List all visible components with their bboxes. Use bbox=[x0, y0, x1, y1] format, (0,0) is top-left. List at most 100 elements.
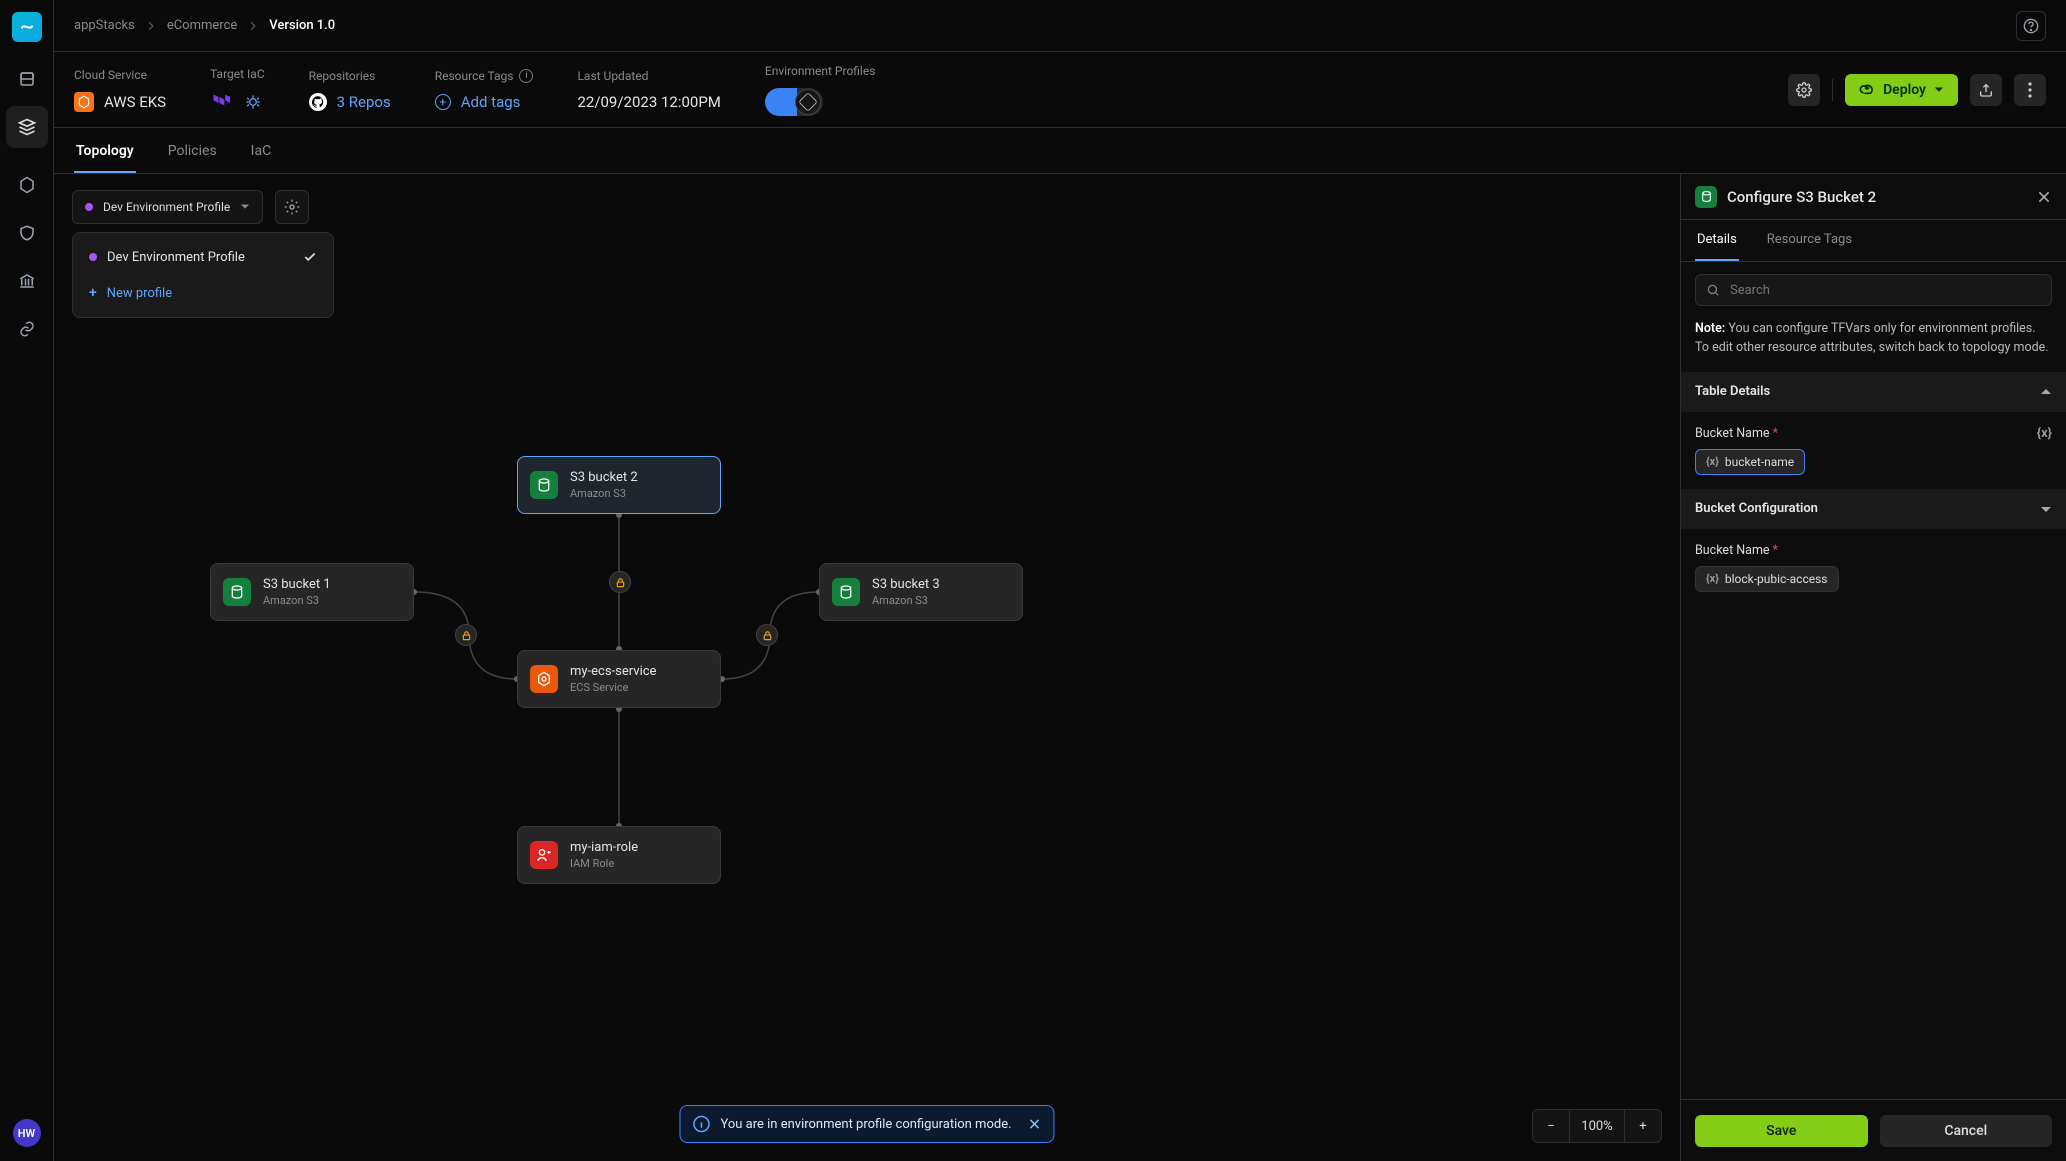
profile-select[interactable]: Dev Environment Profile bbox=[72, 190, 263, 224]
close-icon[interactable] bbox=[1028, 1117, 1042, 1131]
chip-block-access[interactable]: {x} block-pubic-access bbox=[1695, 566, 1839, 592]
chevron-up-icon bbox=[2040, 386, 2052, 398]
stacks-icon[interactable] bbox=[6, 106, 48, 148]
add-tags-link[interactable]: Add tags bbox=[461, 93, 521, 111]
crumb-appstacks[interactable]: appStacks bbox=[74, 18, 135, 33]
node-iam[interactable]: my-iam-role IAM Role bbox=[517, 826, 721, 884]
field-label: Bucket Name * bbox=[1695, 543, 1778, 558]
s3-icon bbox=[832, 578, 860, 606]
node-subtitle: Amazon S3 bbox=[263, 594, 331, 607]
info-icon bbox=[692, 1115, 710, 1133]
help-button[interactable] bbox=[2016, 11, 2046, 41]
node-subtitle: Amazon S3 bbox=[872, 594, 940, 607]
chip-bucket-name[interactable]: {x} bucket-name bbox=[1695, 449, 1805, 475]
node-s3-bucket-2[interactable]: S3 bucket 2Amazon S3 bbox=[517, 456, 721, 514]
summary-bar: Cloud Service AWS EKS Target IaC bbox=[54, 52, 2066, 128]
chevron-icon bbox=[249, 21, 257, 31]
iam-icon bbox=[530, 841, 558, 869]
config-panel: Configure S3 Bucket 2 Details Resource T… bbox=[1680, 174, 2066, 1161]
more-button[interactable] bbox=[2014, 74, 2046, 106]
node-s3-bucket-1[interactable]: S3 bucket 1Amazon S3 bbox=[210, 563, 414, 621]
tab-topology[interactable]: Topology bbox=[74, 143, 136, 173]
node-subtitle: Amazon S3 bbox=[570, 487, 638, 500]
tab-iac[interactable]: IaC bbox=[249, 143, 274, 173]
cloud-value: AWS EKS bbox=[104, 93, 166, 111]
panel-tab-tags[interactable]: Resource Tags bbox=[1765, 220, 1854, 261]
chevron-down-icon bbox=[1934, 85, 1944, 95]
ecs-icon bbox=[530, 665, 558, 693]
divider bbox=[1832, 79, 1833, 101]
share-button[interactable] bbox=[1970, 74, 2002, 106]
node-ecs[interactable]: my-ecs-serviceECS Service bbox=[517, 650, 721, 708]
tfvar-icon: {x} bbox=[1706, 572, 1719, 585]
updated-label: Last Updated bbox=[577, 69, 720, 83]
tab-policies[interactable]: Policies bbox=[166, 143, 219, 173]
deploy-button[interactable]: Deploy bbox=[1845, 74, 1958, 106]
panel-title: Configure S3 Bucket 2 bbox=[1727, 188, 1876, 206]
profile-menu: Dev Environment Profile +New profile bbox=[72, 232, 334, 318]
server-icon[interactable] bbox=[16, 68, 38, 90]
aws-icon bbox=[74, 92, 94, 112]
zoom-out-button[interactable]: − bbox=[1533, 1110, 1569, 1142]
info-icon[interactable]: i bbox=[519, 69, 533, 83]
helm-icon bbox=[242, 91, 264, 113]
field-label: Bucket Name * bbox=[1695, 426, 1778, 441]
link-icon[interactable] bbox=[16, 318, 38, 340]
user-avatar[interactable]: HW bbox=[13, 1119, 41, 1147]
brand-logo[interactable] bbox=[12, 12, 42, 42]
s3-icon bbox=[223, 578, 251, 606]
search-icon bbox=[1706, 283, 1720, 297]
tfvar-icon: {x} bbox=[1706, 455, 1719, 468]
check-icon bbox=[303, 250, 317, 264]
s3-icon bbox=[530, 471, 558, 499]
env-label: Environment Profiles bbox=[765, 64, 876, 78]
new-profile[interactable]: +New profile bbox=[79, 275, 327, 311]
iac-label: Target IaC bbox=[210, 67, 265, 81]
cancel-button[interactable]: Cancel bbox=[1880, 1115, 2053, 1147]
hex-icon[interactable] bbox=[16, 174, 38, 196]
repo-link[interactable]: 3 Repos bbox=[337, 93, 391, 111]
canvas[interactable]: Dev Environment Profile Dev Environment … bbox=[54, 174, 1680, 1161]
edges bbox=[54, 174, 1680, 1161]
save-button[interactable]: Save bbox=[1695, 1115, 1868, 1147]
settings-button[interactable] bbox=[1788, 74, 1820, 106]
profile-item[interactable]: Dev Environment Profile bbox=[79, 239, 327, 275]
panel-note: Note: You can configure TFVars only for … bbox=[1695, 320, 2052, 358]
shield-icon[interactable] bbox=[16, 222, 38, 244]
panel-search[interactable] bbox=[1695, 274, 2052, 306]
crumb-ecommerce[interactable]: eCommerce bbox=[167, 18, 237, 33]
node-title: my-ecs-service bbox=[570, 664, 656, 679]
node-title: my-iam-role bbox=[570, 840, 638, 855]
profile-dot-icon bbox=[85, 203, 93, 211]
terraform-icon bbox=[210, 91, 232, 113]
tfvar-icon[interactable]: {x} bbox=[2037, 426, 2052, 441]
panel-tab-details[interactable]: Details bbox=[1695, 220, 1739, 261]
close-icon[interactable] bbox=[2036, 189, 2052, 205]
env-toggle[interactable] bbox=[765, 88, 823, 116]
section-bucket-config[interactable]: Bucket Configuration bbox=[1681, 489, 2066, 529]
chevron-down-icon bbox=[2040, 503, 2052, 515]
node-subtitle: IAM Role bbox=[570, 857, 638, 870]
tags-label: Resource Tags i bbox=[435, 69, 534, 83]
crumb-version: Version 1.0 bbox=[269, 18, 335, 33]
mode-toast: You are in environment profile configura… bbox=[679, 1105, 1054, 1143]
s3-icon bbox=[1695, 186, 1717, 208]
lock-icon[interactable] bbox=[455, 624, 477, 646]
section-table-details[interactable]: Table Details bbox=[1681, 372, 2066, 412]
breadcrumb-bar: appStacks eCommerce Version 1.0 bbox=[54, 0, 2066, 52]
chevron-icon bbox=[147, 21, 155, 31]
github-icon bbox=[309, 93, 327, 111]
bank-icon[interactable] bbox=[16, 270, 38, 292]
hex-icon bbox=[798, 92, 818, 112]
lock-icon[interactable] bbox=[609, 571, 631, 593]
lock-icon[interactable] bbox=[756, 624, 778, 646]
zoom-in-button[interactable]: + bbox=[1625, 1110, 1661, 1142]
cloud-label: Cloud Service bbox=[74, 68, 166, 82]
toast-text: You are in environment profile configura… bbox=[720, 1117, 1011, 1132]
zoom-control: − 100% + bbox=[1532, 1109, 1662, 1143]
search-input[interactable] bbox=[1728, 282, 2041, 299]
node-s3-bucket-3[interactable]: S3 bucket 3Amazon S3 bbox=[819, 563, 1023, 621]
repo-label: Repositories bbox=[309, 69, 391, 83]
plus-icon[interactable]: + bbox=[435, 94, 451, 110]
profile-settings-button[interactable] bbox=[275, 190, 309, 224]
